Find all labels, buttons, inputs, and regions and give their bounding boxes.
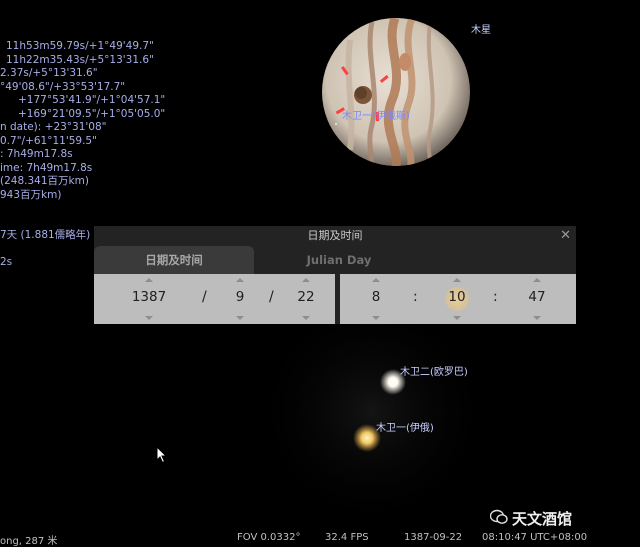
info-line: °49'08.6"/+33°53'17.7" — [0, 80, 126, 93]
time-status: 08:10:47 UTC+08:00 — [482, 532, 588, 543]
info-line: ime: 7h49m17.8s — [0, 161, 93, 174]
hour-value[interactable]: 8 — [354, 289, 398, 305]
hour-up-arrow-icon[interactable] — [372, 278, 380, 282]
time-panel: 8 : 10 : 47 — [340, 274, 576, 324]
minute-down-arrow-icon[interactable] — [453, 316, 461, 320]
europa-label: 木卫二(欧罗巴) — [400, 367, 468, 378]
info-line: n date): +23°31'08" — [0, 121, 107, 133]
info-line — [0, 202, 240, 216]
tab-date-time[interactable]: 日期及时间 — [94, 246, 254, 274]
minute-value[interactable]: 10 — [435, 289, 479, 305]
month-value[interactable]: 9 — [220, 289, 260, 305]
tab-julian-day[interactable]: Julian Day — [254, 246, 424, 274]
year-spinner[interactable]: 1387 — [114, 274, 184, 324]
second-value[interactable]: 47 — [515, 289, 559, 305]
minute-spinner[interactable]: 10 — [435, 274, 479, 324]
year-down-arrow-icon[interactable] — [145, 316, 153, 320]
info-line: (248.341百万km) — [0, 175, 89, 187]
date-status: 1387-09-22 — [404, 532, 463, 543]
dialog-title: 日期及时间 — [307, 229, 363, 242]
day-value[interactable]: 22 — [286, 289, 326, 305]
second-down-arrow-icon[interactable] — [533, 316, 541, 320]
info-line: +177°53'41.9"/+1°04'57.1" — [18, 94, 166, 106]
fov-status: FOV 0.0332° — [237, 532, 301, 543]
hour-spinner[interactable]: 8 — [354, 274, 398, 324]
second-up-arrow-icon[interactable] — [533, 278, 541, 282]
io-label: 木卫一(伊俄) — [376, 423, 434, 434]
info-line: 11h22m35.43s/+5°13'31.6" — [6, 53, 154, 66]
month-up-arrow-icon[interactable] — [236, 278, 244, 282]
year-value[interactable]: 1387 — [114, 289, 184, 305]
time-separator: : — [493, 289, 498, 305]
info-line: +169°21'09.5"/+1°05'05.0" — [18, 107, 166, 120]
info-line: 943百万km) — [0, 188, 62, 201]
month-down-arrow-icon[interactable] — [236, 316, 244, 320]
date-separator: / — [269, 289, 274, 305]
watermark: 天文酒馆 — [512, 510, 573, 528]
info-line: : 7h49m17.8s — [0, 148, 73, 160]
time-separator: : — [413, 289, 418, 305]
info-line: 0.7"/+61°11'59.5" — [0, 134, 97, 147]
jupiter-label: 木星 — [471, 25, 491, 36]
date-panel: 1387 / 9 / 22 — [94, 274, 335, 324]
year-up-arrow-icon[interactable] — [145, 278, 153, 282]
jupiter-disk — [322, 18, 470, 166]
io-overlay-label: 木卫一(伊俄斯) — [342, 111, 410, 122]
close-icon[interactable]: ✕ — [560, 228, 571, 243]
month-spinner[interactable]: 9 — [220, 274, 260, 324]
second-spinner[interactable]: 47 — [515, 274, 559, 324]
date-time-dialog: 日期及时间 ✕ 日期及时间 Julian Day 1387 / 9 / 22 8… — [94, 226, 576, 324]
status-bar: ong, 287 米 FOV 0.0332° 32.4 FPS 1387-09-… — [0, 531, 640, 547]
day-spinner[interactable]: 22 — [286, 274, 326, 324]
minute-up-arrow-icon[interactable] — [453, 278, 461, 282]
day-up-arrow-icon[interactable] — [302, 278, 310, 282]
date-separator: / — [202, 289, 207, 305]
hour-down-arrow-icon[interactable] — [372, 316, 380, 320]
star — [335, 123, 337, 125]
info-line: 2.37s/+5°13'31.6" — [0, 67, 98, 79]
fps-status: 32.4 FPS — [325, 532, 369, 543]
wechat-logo-icon — [490, 509, 508, 524]
faint-halo — [252, 292, 492, 532]
mouse-cursor-icon — [156, 446, 168, 464]
day-down-arrow-icon[interactable] — [302, 316, 310, 320]
info-line: 11h53m59.79s/+1°49'49.7" — [6, 40, 154, 52]
